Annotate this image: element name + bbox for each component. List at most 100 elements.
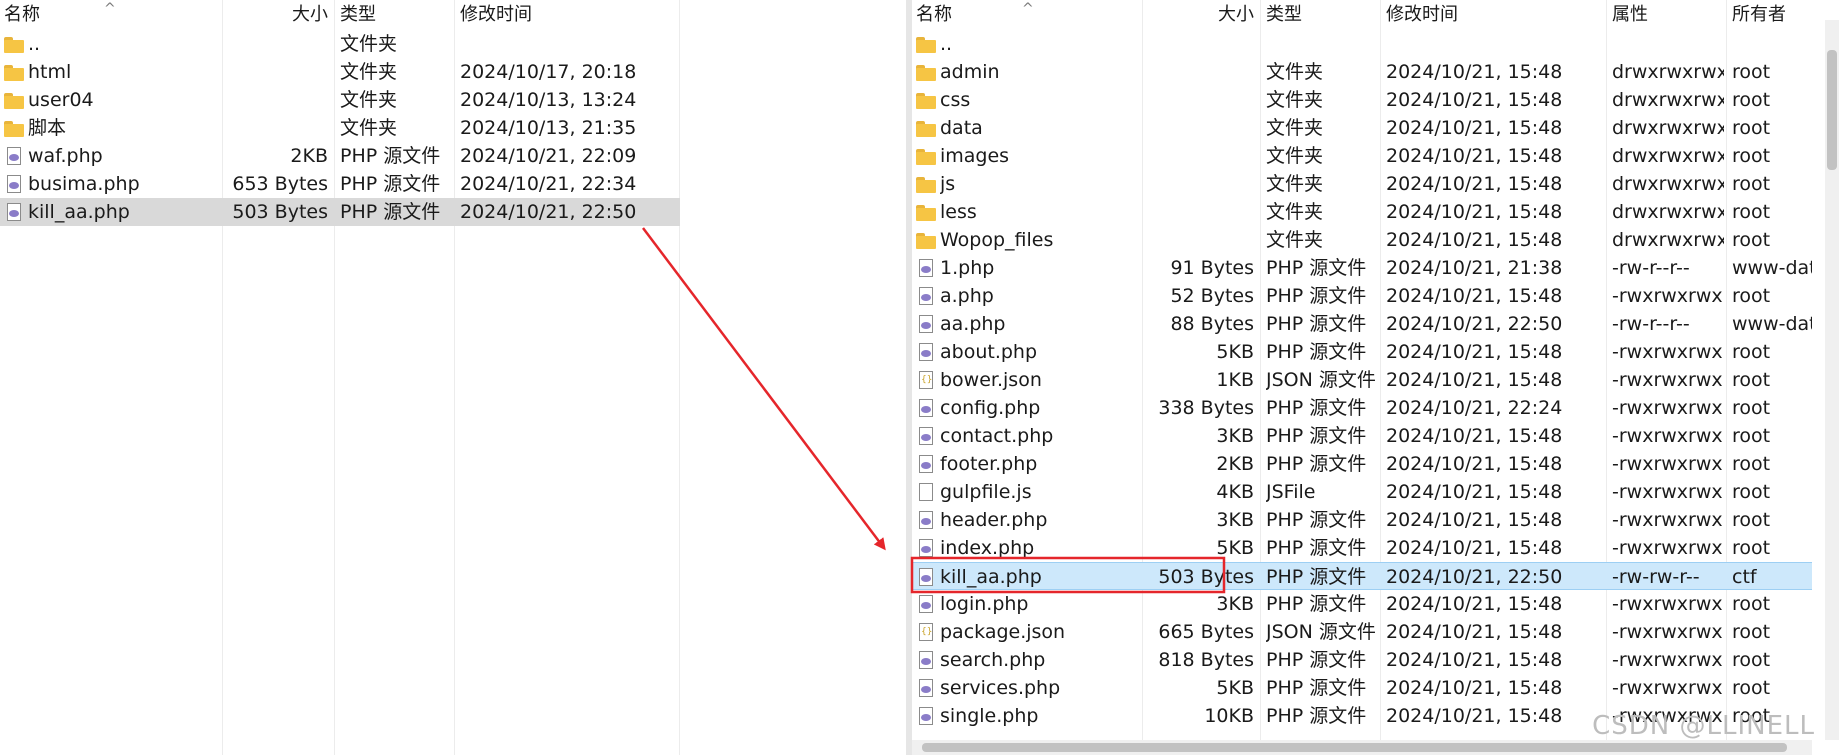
file-size: 5KB: [1216, 537, 1254, 559]
file-type: PHP 源文件: [1266, 593, 1367, 615]
file-row[interactable]: .. 文件夹: [0, 30, 680, 58]
file-modified: 2024/10/21, 22:09: [460, 145, 637, 167]
file-type: PHP 源文件: [1266, 257, 1367, 279]
file-type: 文件夹: [340, 33, 398, 55]
file-size: 1KB: [1216, 369, 1254, 391]
file-name: kill_aa.php: [28, 201, 130, 223]
file-modified: 2024/10/21, 15:48: [1386, 285, 1563, 307]
file-owner: root: [1732, 369, 1771, 391]
file-row[interactable]: a.php 52 Bytes PHP 源文件 2024/10/21, 15:48 -rw…: [912, 282, 1812, 310]
php-file-icon: [916, 314, 936, 334]
file-row[interactable]: services.php 5KB PHP 源文件 2024/10/21, 15:48 -…: [912, 674, 1812, 702]
file-row[interactable]: index.php 5KB PHP 源文件 2024/10/21, 15:48 -rwx…: [912, 534, 1812, 562]
file-row[interactable]: kill_aa.php 503 Bytes PHP 源文件 2024/10/21, 2…: [0, 198, 680, 226]
file-row[interactable]: Wopop_files 文件夹 2024/10/21, 15:48 drwxrwxrw…: [912, 226, 1812, 254]
file-row[interactable]: images 文件夹 2024/10/21, 15:48 drwxrwxrwx root: [912, 142, 1812, 170]
file-owner: root: [1732, 229, 1771, 251]
file-row[interactable]: data 文件夹 2024/10/21, 15:48 drwxrwxrwx root: [912, 114, 1812, 142]
file-owner: root: [1732, 537, 1771, 559]
file-name: waf.php: [28, 145, 103, 167]
file-row[interactable]: 脚本 文件夹 2024/10/13, 21:35: [0, 114, 680, 142]
col-type-header[interactable]: 类型: [336, 0, 454, 30]
file-row[interactable]: js 文件夹 2024/10/21, 15:48 drwxrwxrwx root: [912, 170, 1812, 198]
file-name: login.php: [940, 593, 1029, 615]
file-permissions: -rwxrwxrwx: [1612, 425, 1723, 447]
file-row[interactable]: admin 文件夹 2024/10/21, 15:48 drwxrwxrwx root: [912, 58, 1812, 86]
file-size: 503 Bytes: [232, 201, 328, 223]
file-type: [1266, 30, 1378, 58]
file-row[interactable]: login.php 3KB PHP 源文件 2024/10/21, 15:48 -rwx…: [912, 590, 1812, 618]
file-name: ..: [940, 33, 953, 55]
file-row[interactable]: contact.php 3KB PHP 源文件 2024/10/21, 15:48 -r…: [912, 422, 1812, 450]
file-row[interactable]: gulpfile.js 4KB JSFile 2024/10/21, 15:48 -rw…: [912, 478, 1812, 506]
file-name: css: [940, 89, 971, 111]
js-file-icon: [916, 482, 936, 502]
file-row[interactable]: kill_aa.php 503 Bytes PHP 源文件 2024/10/21, 2…: [912, 562, 1812, 590]
file-name: header.php: [940, 509, 1048, 531]
remote-file-pane: 名称 ^ 大小 类型 修改时间 属性 所有者 .. admin 文件夹 2024/10…: [912, 0, 1812, 755]
col-modified-header[interactable]: 修改时间: [1382, 0, 1606, 30]
file-row[interactable]: css 文件夹 2024/10/21, 15:48 drwxrwxrwx root: [912, 86, 1812, 114]
file-row[interactable]: {} bower.json 1KB JSON 源文件 2024/10/21, 15:48…: [912, 366, 1812, 394]
file-row[interactable]: header.php 3KB PHP 源文件 2024/10/21, 15:48 -rw…: [912, 506, 1812, 534]
file-size: [222, 86, 328, 114]
file-row[interactable]: {} package.json 665 Bytes JSON 源文件 2024/10/2…: [912, 618, 1812, 646]
scrollbar-thumb[interactable]: [1827, 50, 1837, 170]
file-name: bower.json: [940, 369, 1042, 391]
file-row[interactable]: html 文件夹 2024/10/17, 20:18: [0, 58, 680, 86]
file-type: PHP 源文件: [1266, 285, 1367, 307]
file-size: [1142, 114, 1254, 142]
file-modified: 2024/10/21, 22:50: [460, 201, 637, 223]
file-owner: root: [1732, 341, 1771, 363]
file-owner: www-data: [1732, 313, 1812, 335]
file-permissions: drwxrwxrwx: [1612, 145, 1724, 167]
file-row[interactable]: aa.php 88 Bytes PHP 源文件 2024/10/21, 22:50 -r…: [912, 310, 1812, 338]
php-file-icon: [916, 567, 936, 587]
file-name: contact.php: [940, 425, 1054, 447]
col-modified-header[interactable]: 修改时间: [456, 0, 680, 30]
file-modified: 2024/10/17, 20:18: [460, 61, 637, 83]
file-owner: root: [1732, 145, 1771, 167]
php-file-icon: [916, 342, 936, 362]
file-type: PHP 源文件: [340, 173, 441, 195]
file-row[interactable]: 1.php 91 Bytes PHP 源文件 2024/10/21, 21:38 -rw…: [912, 254, 1812, 282]
file-modified: 2024/10/21, 21:38: [1386, 257, 1563, 279]
file-row[interactable]: search.php 818 Bytes PHP 源文件 2024/10/21, 15…: [912, 646, 1812, 674]
file-type: 文件夹: [1266, 145, 1324, 167]
file-row[interactable]: user04 文件夹 2024/10/13, 13:24: [0, 86, 680, 114]
php-file-icon: [4, 174, 24, 194]
file-modified: 2024/10/21, 15:48: [1386, 649, 1563, 671]
file-row[interactable]: about.php 5KB PHP 源文件 2024/10/21, 15:48 -rwx…: [912, 338, 1812, 366]
col-perms-header[interactable]: 属性: [1608, 0, 1726, 30]
vertical-scrollbar[interactable]: [1825, 20, 1839, 740]
file-permissions: -rw-r--r--: [1612, 257, 1690, 279]
file-modified: 2024/10/21, 15:48: [1386, 537, 1563, 559]
file-modified: 2024/10/21, 15:48: [1386, 89, 1563, 111]
file-row[interactable]: ..: [912, 30, 1812, 58]
php-file-icon: [916, 258, 936, 278]
col-size-header[interactable]: 大小: [1142, 0, 1260, 30]
file-size: 665 Bytes: [1158, 621, 1254, 643]
col-owner-header[interactable]: 所有者: [1728, 0, 1812, 30]
col-type-header[interactable]: 类型: [1262, 0, 1380, 30]
file-name: search.php: [940, 649, 1046, 671]
file-row[interactable]: config.php 338 Bytes PHP 源文件 2024/10/21, 22…: [912, 394, 1812, 422]
col-size-header[interactable]: 大小: [222, 0, 334, 30]
file-modified: 2024/10/21, 15:48: [1386, 481, 1563, 503]
file-modified: [460, 30, 676, 58]
file-modified: 2024/10/21, 15:48: [1386, 229, 1563, 251]
file-modified: 2024/10/21, 22:50: [1386, 566, 1563, 588]
file-row[interactable]: busima.php 653 Bytes PHP 源文件 2024/10/21, 22…: [0, 170, 680, 198]
php-file-icon: [916, 650, 936, 670]
php-file-icon: [916, 286, 936, 306]
file-row[interactable]: footer.php 2KB PHP 源文件 2024/10/21, 15:48 -rw…: [912, 450, 1812, 478]
file-name: busima.php: [28, 173, 140, 195]
file-size: 818 Bytes: [1158, 649, 1254, 671]
horizontal-scrollbar[interactable]: [912, 740, 1812, 755]
file-row[interactable]: waf.php 2KB PHP 源文件 2024/10/21, 22:09: [0, 142, 680, 170]
scrollbar-thumb[interactable]: [922, 743, 1787, 752]
file-size: 3KB: [1216, 593, 1254, 615]
file-row[interactable]: less 文件夹 2024/10/21, 15:48 drwxrwxrwx root: [912, 198, 1812, 226]
file-owner: root: [1732, 89, 1771, 111]
file-modified: [1386, 30, 1604, 58]
